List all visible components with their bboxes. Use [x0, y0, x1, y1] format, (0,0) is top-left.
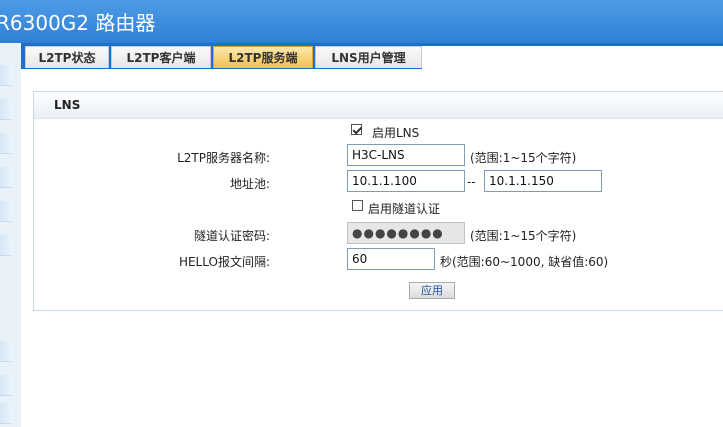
tunnel-password-label: 隧道认证密码: — [193, 229, 270, 243]
left-sidebar — [0, 43, 22, 427]
tab-lns-user-management[interactable]: LNS用户管理 — [315, 46, 422, 68]
sidebar-item[interactable] — [0, 341, 12, 362]
tab-l2tp-server[interactable]: L2TP服务端 — [213, 46, 313, 68]
address-pool-separator: -- — [467, 175, 476, 189]
panel-title: LNS — [34, 92, 723, 119]
sidebar-item[interactable] — [0, 99, 12, 120]
lns-panel: LNS 启用LNS L2TP服务器名称: (范围:1~15个字符) 地址池: -… — [33, 91, 723, 311]
hello-interval-label: HELLO报文间隔: — [178, 255, 270, 269]
address-pool-start-input[interactable] — [347, 170, 465, 192]
window-title: R6300G2 路由器 — [0, 11, 156, 35]
tab-bar: L2TP状态 L2TP客户端 L2TP服务端 LNS用户管理 — [21, 43, 723, 69]
sidebar-item[interactable] — [0, 133, 12, 154]
apply-button[interactable]: 应用 — [409, 282, 455, 299]
hello-interval-input[interactable] — [347, 248, 435, 270]
server-name-label: L2TP服务器名称: — [177, 151, 270, 165]
hello-interval-hint: 秒(范围:60~1000, 缺省值:60) — [440, 255, 609, 269]
address-pool-end-input[interactable] — [484, 170, 602, 192]
tunnel-password-hint: (范围:1~15个字符) — [470, 229, 577, 243]
server-name-input[interactable] — [347, 144, 465, 166]
enable-lns-label: 启用LNS — [372, 126, 420, 140]
sidebar-item[interactable] — [0, 235, 12, 256]
main-content: LNS 启用LNS L2TP服务器名称: (范围:1~15个字符) 地址池: -… — [21, 69, 723, 427]
sidebar-item[interactable] — [0, 167, 12, 188]
server-name-hint: (范围:1~15个字符) — [470, 151, 577, 165]
tab-l2tp-client[interactable]: L2TP客户端 — [111, 46, 211, 68]
sidebar-item[interactable] — [0, 375, 12, 396]
tunnel-auth-checkbox[interactable] — [352, 200, 363, 211]
sidebar-item[interactable] — [0, 65, 12, 86]
sidebar-item[interactable] — [0, 201, 12, 222]
enable-lns-checkbox[interactable] — [351, 124, 362, 135]
tab-l2tp-status[interactable]: L2TP状态 — [25, 46, 109, 68]
sidebar-item[interactable] — [0, 403, 12, 424]
tab-bar-fill — [422, 46, 723, 69]
tunnel-password-input[interactable] — [347, 222, 465, 244]
address-pool-label: 地址池: — [229, 177, 270, 191]
tunnel-auth-label: 启用隧道认证 — [368, 202, 441, 216]
title-bar: R6300G2 路由器 — [0, 0, 723, 43]
